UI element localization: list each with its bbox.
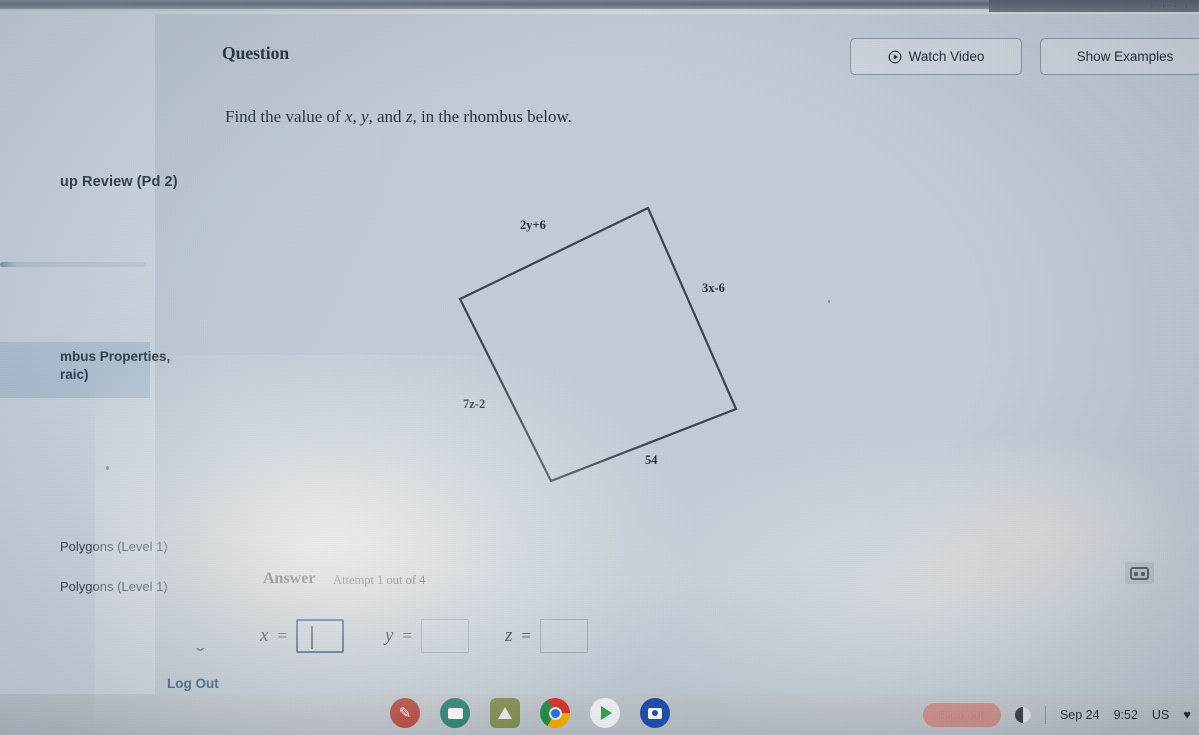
prompt-sep1: , [352, 107, 361, 126]
answer-eq-y: = [402, 626, 413, 645]
watch-video-label: Watch Video [908, 49, 985, 64]
play-circle-icon [888, 50, 902, 63]
bezel-dots: · · · · [1150, 1, 1191, 11]
rhombus-figure [458, 206, 738, 483]
dust-speck [106, 466, 109, 470]
chromebook-screen-photo: · · · · up Review (Pd 2) mbus Properties… [0, 0, 1199, 735]
rhombus-label-right: 3x-6 [702, 281, 725, 295]
answer-group-x: x = [260, 619, 345, 653]
prompt-var-y: y [360, 107, 369, 126]
shelf-time[interactable]: 9:52 [1114, 708, 1138, 722]
drive-icon[interactable] [490, 698, 520, 728]
shelf-date[interactable]: Sep 24 [1060, 708, 1100, 722]
answer-input-x[interactable] [296, 619, 345, 653]
page-title: Question [222, 43, 290, 63]
answer-input-y[interactable] [421, 619, 470, 653]
text-caret [311, 626, 313, 649]
answer-var-y-label: y [385, 625, 394, 646]
camera-icon[interactable] [640, 698, 670, 728]
prompt-pre: Find the value of [225, 107, 345, 126]
question-panel: Question Find the value of x, y, and z, … [155, 14, 1199, 724]
drive-glyph [498, 707, 512, 719]
show-examples-label: Show Examples [1076, 49, 1174, 64]
question-prompt: Find the value of x, y, and z, in the rh… [225, 107, 572, 127]
play-store-icon[interactable] [590, 698, 620, 728]
answer-var-x-label: x [260, 625, 269, 646]
attempt-counter: Attempt 1 out of 4 [333, 573, 426, 587]
answer-var-z-label: z [505, 625, 513, 646]
sidebar-progress-divider [0, 262, 146, 267]
shelf-status-area: Sign out Sep 24 9:52 US ♥ [922, 694, 1191, 735]
prompt-post: , in the rhombus below. [412, 107, 572, 126]
answer-eq-z: = [521, 626, 531, 645]
sign-out-button[interactable]: Sign out [922, 702, 1001, 727]
prompt-sep2: , and [368, 107, 406, 126]
shelf-locale[interactable]: US [1152, 708, 1169, 722]
rhombus-outline [458, 206, 738, 483]
shelf-app-list: ✎ [390, 698, 670, 728]
show-examples-button[interactable]: Show Examples [1040, 38, 1199, 75]
video-icon[interactable] [440, 698, 470, 728]
dust-speck [828, 300, 830, 303]
play-glyph [601, 706, 612, 720]
camera-glyph [648, 707, 662, 719]
chromeos-shelf: ✎ Sign out Sep 24 9:52 US ♥ [0, 694, 1199, 735]
video-glyph [447, 707, 463, 719]
rhombus-label-top: 2y+6 [520, 218, 546, 232]
answer-group-z: z = [505, 619, 588, 653]
watch-video-button[interactable]: Watch Video [850, 38, 1022, 75]
kami-icon[interactable]: ✎ [390, 698, 420, 728]
answer-input-z[interactable] [540, 619, 588, 653]
shelf-separator [1044, 705, 1046, 724]
do-not-disturb-icon[interactable] [1014, 706, 1031, 723]
rhombus-label-left: 7z-2 [463, 397, 486, 411]
calculator-button[interactable] [1125, 562, 1154, 584]
answer-eq-x: = [277, 626, 288, 645]
chrome-icon[interactable] [540, 698, 570, 728]
shield-icon[interactable]: ♥ [1183, 707, 1191, 722]
browser-page: up Review (Pd 2) mbus Properties, raic) … [0, 14, 1199, 724]
chrome-core [548, 706, 562, 720]
rhombus-label-bottom: 54 [645, 453, 658, 467]
calculator-icon [1130, 566, 1149, 580]
answer-group-y: y = [385, 619, 470, 653]
answer-heading: Answer [263, 570, 316, 587]
